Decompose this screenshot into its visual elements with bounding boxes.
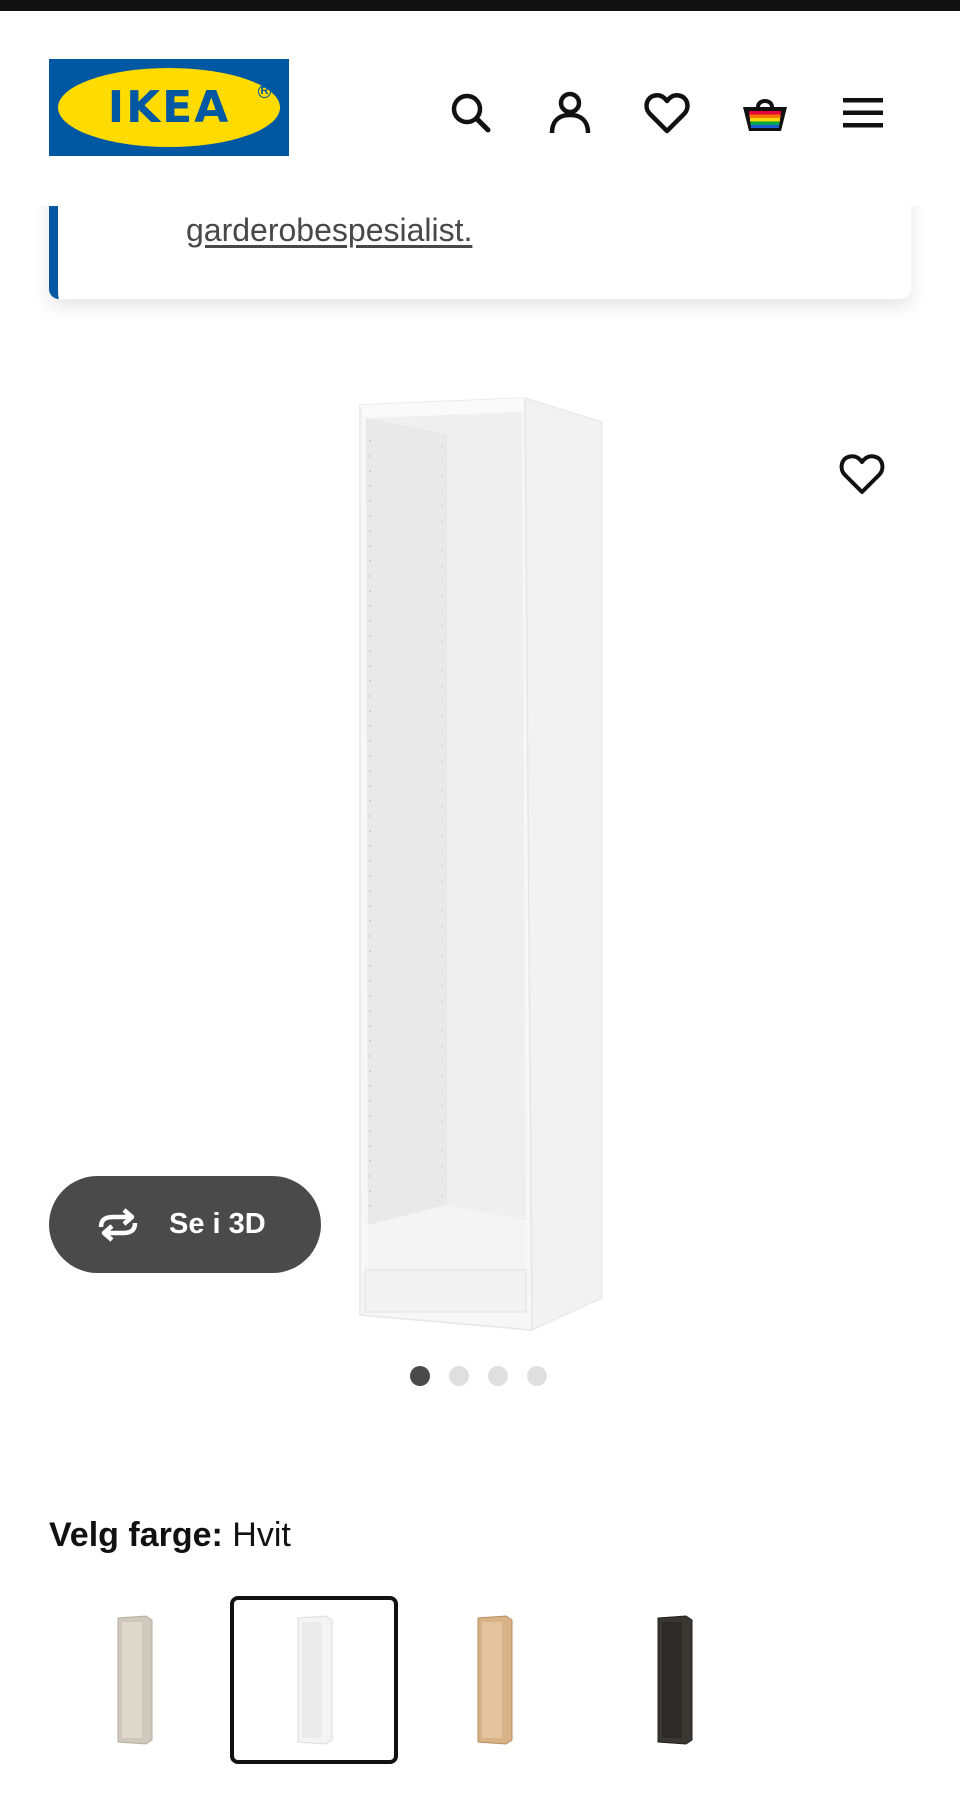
- pagination-dot[interactable]: [410, 1366, 430, 1386]
- logo-text: IKEA: [107, 82, 231, 133]
- search-icon[interactable]: [447, 89, 495, 137]
- color-label: Velg farge:: [49, 1516, 223, 1554]
- cart-icon[interactable]: [741, 89, 789, 137]
- swatch-thumbnail: [477, 1615, 513, 1745]
- pagination-dot[interactable]: [449, 1366, 469, 1386]
- wardrobe-specialist-link[interactable]: garderobespesialist.: [186, 212, 472, 249]
- swatch-thumbnail: [297, 1615, 333, 1745]
- rotate-3d-icon: [98, 1207, 138, 1242]
- registered-mark: R: [258, 85, 271, 98]
- swatch-thumbnail: [117, 1615, 153, 1745]
- color-swatch-black-brown[interactable]: [590, 1596, 758, 1764]
- color-swatch-beige[interactable]: [50, 1596, 218, 1764]
- color-picker-heading: Velg farge: Hvit: [49, 1516, 291, 1555]
- pagination-dot[interactable]: [527, 1366, 547, 1386]
- add-to-favourites-icon[interactable]: [838, 450, 886, 498]
- ikea-logo[interactable]: IKEA R: [49, 59, 289, 156]
- status-bar: [0, 0, 960, 11]
- color-swatch-white[interactable]: [230, 1596, 398, 1764]
- image-pagination: [410, 1366, 547, 1386]
- site-header: IKEA R: [0, 11, 960, 206]
- view-in-3d-button[interactable]: Se i 3D: [49, 1176, 321, 1273]
- pagination-dot[interactable]: [488, 1366, 508, 1386]
- selected-color-value: Hvit: [232, 1516, 291, 1554]
- color-swatch-oak[interactable]: [410, 1596, 578, 1764]
- favourites-icon[interactable]: [643, 89, 691, 137]
- swatch-thumbnail: [657, 1615, 693, 1745]
- view-in-3d-label: Se i 3D: [169, 1208, 266, 1240]
- account-icon[interactable]: [546, 89, 594, 137]
- menu-icon[interactable]: [839, 89, 887, 137]
